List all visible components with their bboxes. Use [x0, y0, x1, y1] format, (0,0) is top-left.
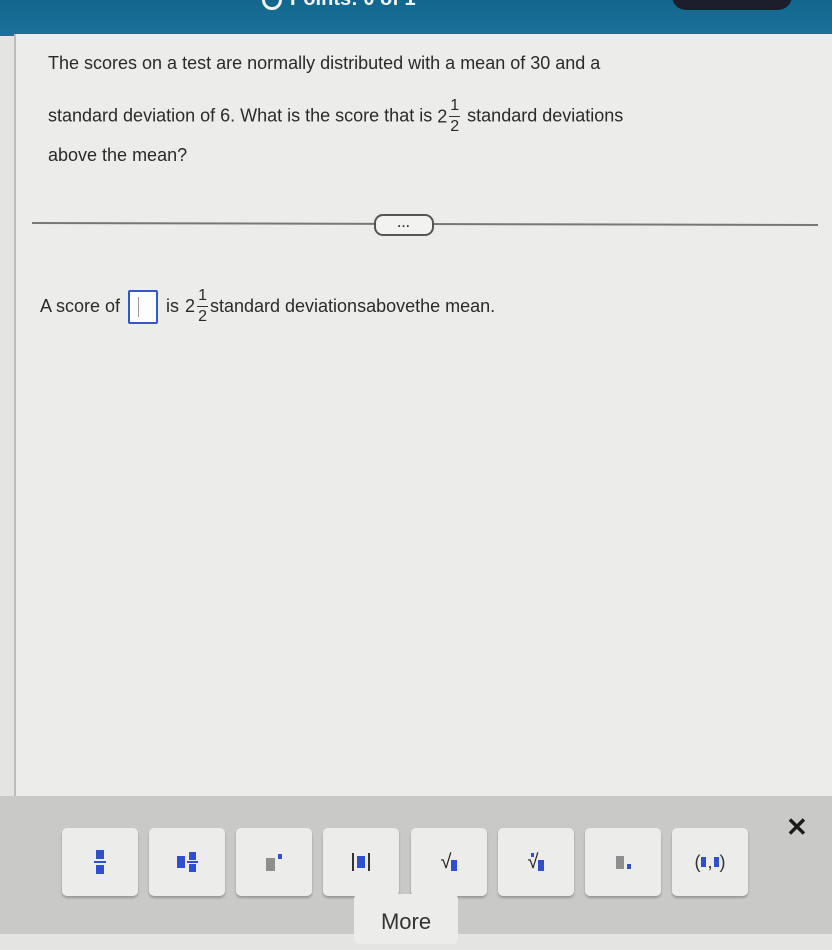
answer-mixed-number: 212	[185, 288, 210, 325]
more-button[interactable]: More	[354, 894, 458, 944]
question-line-2-start: standard deviation of 6. What is the sco…	[48, 105, 433, 126]
subscript-button[interactable]	[585, 828, 661, 896]
ordered-pair-button[interactable]: (,)	[672, 828, 748, 896]
fraction-button[interactable]	[62, 828, 138, 896]
close-toolbar-icon[interactable]: ✕	[786, 812, 808, 843]
answer-statement: A score of is 212 standard deviationsabo…	[40, 288, 495, 325]
fraction-icon	[94, 850, 106, 874]
answer-middle: is	[166, 296, 180, 316]
mixed-number-button[interactable]	[149, 828, 225, 896]
absolute-value-button[interactable]	[323, 828, 399, 896]
absolute-value-icon	[352, 853, 370, 871]
mixed-number-icon	[176, 852, 198, 872]
question-line-2: standard deviation of 6. What is the sco…	[48, 98, 623, 135]
answer-input[interactable]	[128, 289, 159, 324]
points-label: Points: 0 of 1	[290, 0, 416, 9]
exponent-icon	[266, 853, 282, 871]
nth-root-button[interactable]: √	[498, 828, 574, 896]
header-action-button[interactable]	[672, 0, 792, 10]
answer-prefix: A score of	[40, 296, 121, 316]
square-root-icon: √	[441, 851, 458, 874]
ordered-pair-icon: (,)	[694, 851, 726, 872]
question-line-3: above the mean?	[48, 145, 188, 165]
fraction-denominator: 2	[198, 308, 207, 325]
answer-suffix: standard deviationsabovethe mean.	[209, 296, 496, 316]
question-line-1: The scores on a test are normally distri…	[48, 53, 601, 73]
progress-circle-icon	[262, 0, 282, 10]
expand-divider-button[interactable]: ...	[374, 214, 434, 236]
square-root-button[interactable]: √	[411, 828, 487, 896]
mixed-whole: 2	[185, 296, 196, 316]
nth-root-icon: √	[528, 851, 545, 874]
exponent-button[interactable]	[236, 828, 312, 896]
mixed-whole: 2	[437, 106, 448, 127]
fraction-numerator: 1	[449, 98, 461, 117]
top-header-bar: Points: 0 of 1	[0, 0, 832, 36]
fraction: 12	[197, 288, 208, 325]
mixed-number: 212	[437, 98, 467, 135]
fraction-denominator: 2	[450, 118, 460, 135]
fraction: 12	[449, 98, 461, 135]
question-line-2-end: standard deviations	[467, 105, 624, 126]
fraction-numerator: 1	[197, 288, 208, 307]
subscript-icon	[615, 855, 631, 869]
